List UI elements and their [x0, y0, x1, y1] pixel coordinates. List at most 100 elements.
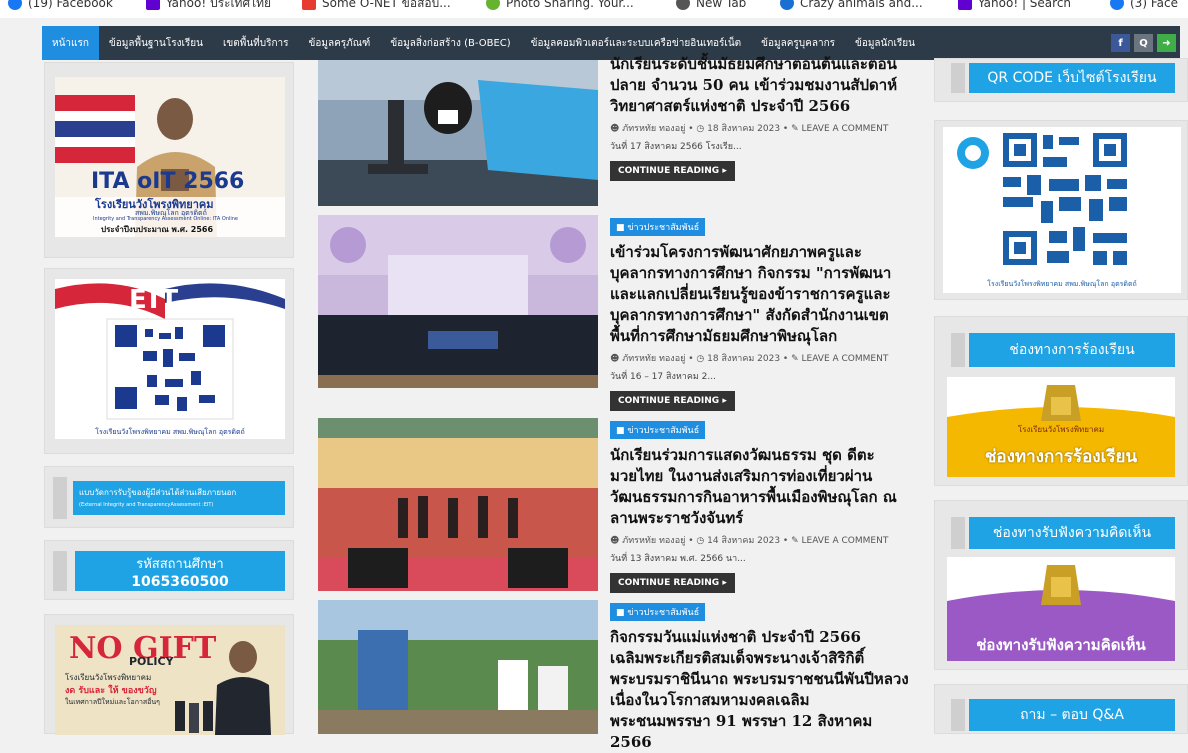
- nav-buildings[interactable]: ข้อมูลสิ่งก่อสร้าง (B-OBEC): [380, 26, 520, 60]
- post-2-title[interactable]: เข้าร่วมโครงการพัฒนาศักยภาพครูและบุคลากร…: [610, 242, 910, 347]
- post-2-date[interactable]: 18 สิงหาคม 2023: [707, 354, 780, 364]
- school-code-box: รหัสสถานศึกษา 1065360500: [75, 551, 285, 591]
- faq-button[interactable]: ถาม – ตอบ Q&A: [951, 699, 1175, 731]
- school-code-card: รหัสสถานศึกษา 1065360500: [44, 540, 294, 600]
- post-1-excerpt: วันที่ 17 สิงหาคม 2566 โรงเรีย...: [610, 142, 742, 152]
- ita-year: ประจำปีงบประมาณ พ.ศ. 2566: [101, 225, 214, 234]
- post-2-continue-button[interactable]: CONTINUE READING ▸: [610, 391, 735, 411]
- qr-code-button-label: QR CODE เว็บไซต์โรงเรียน: [987, 70, 1157, 86]
- folder-icon: ■: [616, 223, 625, 233]
- nav-service-area[interactable]: เขตพื้นที่บริการ: [213, 26, 299, 60]
- complaint-card: ช่องทางการร้องเรียน โรงเรียนวังโพรงพิทยา…: [934, 316, 1188, 486]
- ita-title: ITA oIT 2566: [91, 169, 245, 194]
- post-1-author[interactable]: ภัทรหทัย ทองอยู่: [622, 124, 685, 134]
- post-4-photo: [318, 600, 598, 734]
- eit-link-card: แบบวัดการรับรู้ของผู้มีส่วนได้ส่วนเสียภา…: [44, 466, 294, 528]
- yahoo-search-icon: [958, 0, 972, 10]
- post-3-date[interactable]: 14 สิงหาคม 2023: [707, 536, 780, 546]
- nav-school-info[interactable]: ข้อมูลพื้นฐานโรงเรียน: [99, 26, 213, 60]
- post-2-photo: [318, 215, 598, 388]
- ita-card: ITA oIT 2566 โรงเรียนวังโพรงพิทยาคม สพม.…: [44, 62, 294, 258]
- post-4-image[interactable]: [318, 600, 598, 734]
- bookmark-yahoo-search[interactable]: Yahoo! | Search: [958, 0, 1071, 14]
- eit-caption: โรงเรียนวังโพรงพิทยาคม สพม.พิษณุโลก อุตร…: [95, 428, 245, 436]
- no-gift-card: NO GIFT POLICY โรงเรียนวังโพรงพิทยาคม งด…: [44, 614, 294, 735]
- globe-icon: [676, 0, 690, 10]
- post-1-continue-button[interactable]: CONTINUE READING ▸: [610, 161, 735, 181]
- post-3-continue-button[interactable]: CONTINUE READING ▸: [610, 573, 735, 593]
- qr-card: โรงเรียนวังโพรงพิทยาคม สพม.พิษณุโลก อุตร…: [934, 120, 1188, 300]
- post-2-meta: ☻ ภัทรหทัย ทองอยู่ • ◷ 18 สิงหาคม 2023 •…: [610, 354, 889, 364]
- qr-code-image[interactable]: โรงเรียนวังโพรงพิทยาคม สพม.พิษณุโลก อุตร…: [943, 127, 1181, 293]
- post-2-comment-link[interactable]: LEAVE A COMMENT: [802, 354, 889, 364]
- nav-equipment[interactable]: ข้อมูลครุภัณฑ์: [299, 26, 381, 60]
- nav-home[interactable]: หน้าแรก: [42, 26, 99, 60]
- school-code-value: 1065360500: [131, 574, 229, 590]
- post-2: ■ ข่าวประชาสัมพันธ์ เข้าร่วมโครงการพัฒนา…: [610, 215, 910, 411]
- feedback-button[interactable]: ช่องทางรับฟังความคิดเห็น: [951, 517, 1175, 549]
- login-button[interactable]: ➜: [1157, 34, 1176, 52]
- post-3-photo: [318, 418, 598, 591]
- eit-link-button[interactable]: แบบวัดการรับรู้ของผู้มีส่วนได้ส่วนเสียภา…: [73, 481, 285, 515]
- post-1: นักเรียนระดับชั้นมัธยมศึกษาตอนต้นและตอนป…: [610, 55, 910, 181]
- post-4: ■ ข่าวประชาสัมพันธ์ กิจกรรมวันแม่แห่งชาต…: [610, 600, 910, 753]
- post-3-image[interactable]: [318, 418, 598, 591]
- eit-card: EIT โรงเรียนวังโพรงพิทยาคม สพม.พิษณุโลก …: [44, 268, 294, 454]
- eit-link-line2: (External Integrity and TransparencyAsse…: [79, 502, 214, 508]
- bookmark-new-tab[interactable]: New Tab: [676, 0, 746, 14]
- clock-icon: ◷: [696, 536, 705, 546]
- post-3-category[interactable]: ■ ข่าวประชาสัมพันธ์: [610, 421, 706, 439]
- post-2-excerpt: วันที่ 16 – 17 สิงหาคม 2...: [610, 372, 716, 382]
- post-3-excerpt: วันที่ 13 สิงหาคม พ.ศ. 2566 นา...: [610, 554, 746, 564]
- bookmark-onet[interactable]: Some O-NET ข้อสอบ...: [302, 0, 451, 14]
- no-gift-banner[interactable]: NO GIFT POLICY โรงเรียนวังโพรงพิทยาคม งด…: [55, 625, 285, 735]
- search-button[interactable]: Q: [1134, 34, 1153, 52]
- bookmark-yahoo[interactable]: Yahoo! ประเทศไทย: [146, 0, 271, 14]
- ita-banner[interactable]: ITA oIT 2566 โรงเรียนวังโพรงพิทยาคม สพม.…: [55, 77, 285, 237]
- faq-card: ถาม – ตอบ Q&A: [934, 684, 1188, 734]
- bookmark-crazy-animals[interactable]: Crazy animals and...: [780, 0, 923, 14]
- bookmark-facebook[interactable]: (19) Facebook: [8, 0, 113, 14]
- eit-label: EIT: [129, 285, 181, 315]
- qr-caption: โรงเรียนวังโพรงพิทยาคม สพม.พิษณุโลก อุตร…: [987, 280, 1137, 288]
- eit-banner[interactable]: EIT โรงเรียนวังโพรงพิทยาคม สพม.พิษณุโลก …: [55, 279, 285, 439]
- post-2-image[interactable]: [318, 215, 598, 388]
- animals-icon: [780, 0, 794, 10]
- post-1-date[interactable]: 18 สิงหาคม 2023: [707, 124, 780, 134]
- feedback-banner[interactable]: ช่องทางรับฟังความคิดเห็น: [947, 557, 1175, 661]
- post-1-comment-link[interactable]: LEAVE A COMMENT: [802, 124, 889, 134]
- photo-icon: [486, 0, 500, 10]
- post-1-meta: ☻ ภัทรหทัย ทองอยู่ • ◷ 18 สิงหาคม 2023 •…: [610, 124, 889, 134]
- clock-icon: ◷: [696, 354, 705, 364]
- post-2-author[interactable]: ภัทรหทัย ทองอยู่: [622, 354, 685, 364]
- yahoo-icon: [146, 0, 160, 10]
- author-icon: ☻: [610, 354, 620, 364]
- post-2-category[interactable]: ■ ข่าวประชาสัมพันธ์: [610, 218, 706, 236]
- complaint-button[interactable]: ช่องทางการร้องเรียน: [951, 333, 1175, 367]
- comment-icon: ✎: [791, 536, 799, 546]
- clock-icon: ◷: [696, 124, 705, 134]
- post-3: ■ ข่าวประชาสัมพันธ์ นักเรียนร่วมการแสดงว…: [610, 418, 910, 593]
- ita-caption: Integrity and Transparency Assessment On…: [93, 216, 239, 222]
- feedback-button-label: ช่องทางรับฟังความคิดเห็น: [992, 525, 1152, 541]
- post-3-author[interactable]: ภัทรหทัย ทองอยู่: [622, 536, 685, 546]
- bookmark-facebook-2[interactable]: (3) Face: [1110, 0, 1178, 14]
- feedback-banner-label: ช่องทางรับฟังความคิดเห็น: [976, 636, 1146, 654]
- post-3-comment-link[interactable]: LEAVE A COMMENT: [802, 536, 889, 546]
- comment-icon: ✎: [791, 354, 799, 364]
- post-3-meta: ☻ ภัทรหทัย ทองอยู่ • ◷ 14 สิงหาคม 2023 •…: [610, 536, 889, 546]
- post-1-title[interactable]: นักเรียนระดับชั้นมัธยมศึกษาตอนต้นและตอนป…: [610, 54, 910, 117]
- qr-header-card: QR CODE เว็บไซต์โรงเรียน: [934, 58, 1188, 102]
- post-4-title[interactable]: กิจกรรมวันแม่แห่งชาติ ประจำปี 2566 เฉลิม…: [610, 627, 910, 753]
- bookmark-photo-sharing[interactable]: Photo Sharing. Your...: [486, 0, 634, 14]
- folder-icon: ■: [616, 426, 625, 436]
- post-1-image[interactable]: [318, 60, 598, 206]
- complaint-banner[interactable]: โรงเรียนวังโพรงพิทยาคม ช่องทางการร้องเรี…: [947, 377, 1175, 477]
- school-code-label: รหัสสถานศึกษา: [136, 557, 224, 572]
- post-4-category[interactable]: ■ ข่าวประชาสัมพันธ์: [610, 603, 706, 621]
- facebook-button[interactable]: f: [1111, 34, 1130, 52]
- author-icon: ☻: [610, 536, 620, 546]
- post-3-title[interactable]: นักเรียนร่วมการแสดงวัฒนธรรม ชุด ดีตะมวยไ…: [610, 445, 910, 529]
- qr-code-button[interactable]: QR CODE เว็บไซต์โรงเรียน: [951, 63, 1175, 93]
- complaint-school: โรงเรียนวังโพรงพิทยาคม: [1017, 425, 1105, 434]
